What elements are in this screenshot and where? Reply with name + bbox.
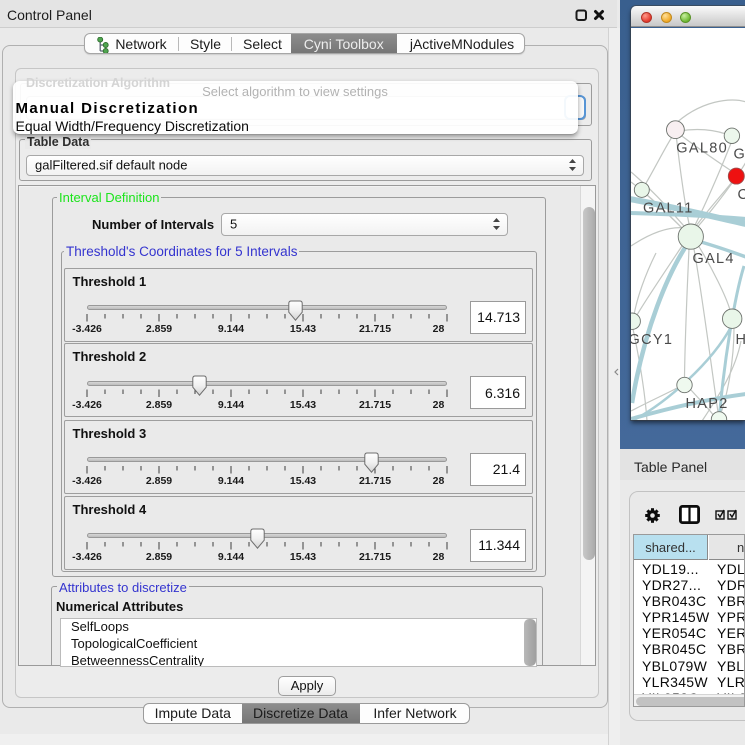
svg-text:GAL11: GAL11 — [643, 201, 694, 217]
svg-text:GCY1: GCY1 — [631, 332, 673, 348]
svg-text:HI: HI — [736, 332, 745, 348]
svg-text:HAP2: HAP2 — [686, 396, 729, 412]
svg-text:GA: GA — [734, 147, 745, 163]
svg-text:CY: CY — [738, 187, 745, 203]
svg-text:GAL80: GAL80 — [676, 141, 728, 157]
svg-text:GAL4: GAL4 — [693, 251, 735, 267]
